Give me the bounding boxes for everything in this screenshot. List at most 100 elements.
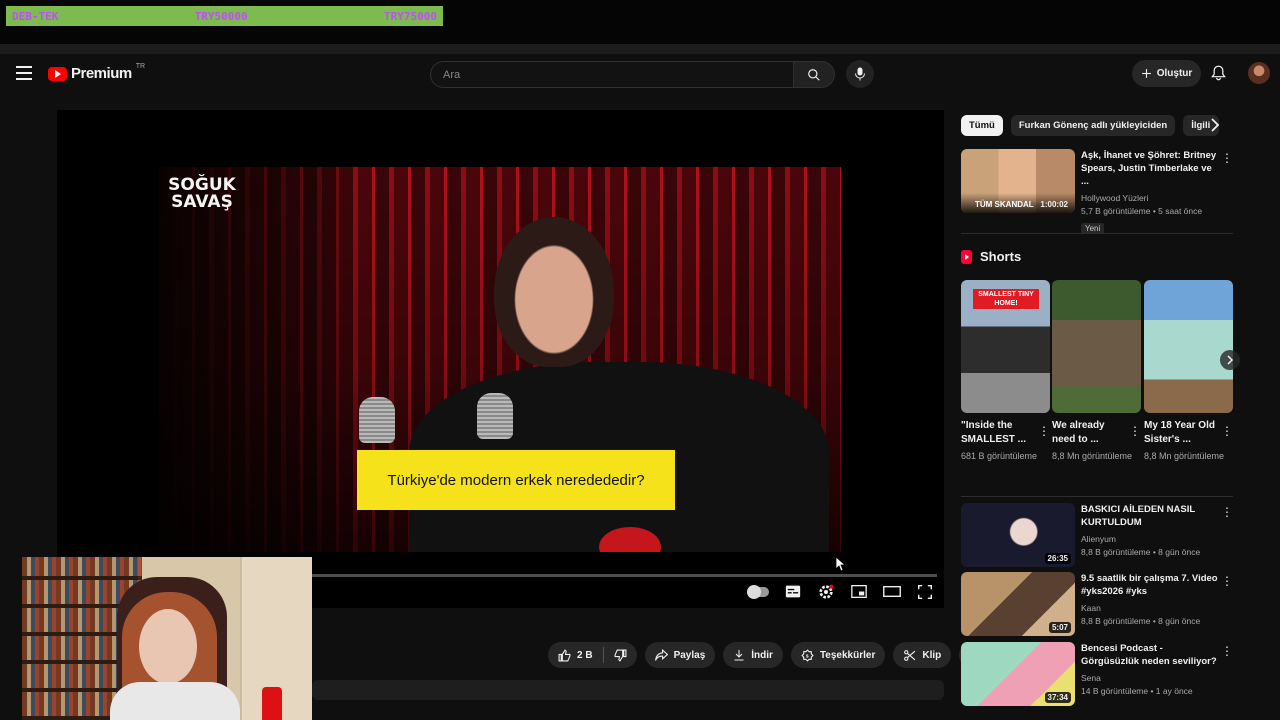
short-item[interactable]: My 18 Year Old Sister's ... 8,8 Mn görün… — [1144, 280, 1233, 463]
fullscreen-button[interactable] — [915, 582, 934, 601]
stream-overlay-bar: DEB-TEK TRY50000 TRY75000 — [0, 0, 1280, 44]
short-item[interactable]: We already need to ... 8,8 Mn görüntülem… — [1052, 280, 1141, 463]
mouse-cursor — [836, 557, 846, 572]
svg-text:$: $ — [806, 653, 809, 659]
short-thumbnail — [1144, 280, 1233, 413]
more-icon[interactable]: ⋮ — [1221, 505, 1233, 519]
search-input[interactable]: Ara — [430, 61, 794, 88]
microphone — [477, 393, 513, 439]
share-icon — [654, 649, 668, 661]
recommendation-item[interactable]: TÜM SKANDAL 1:00:02 Aşk, İhanet ve Şöhre… — [961, 149, 1233, 236]
more-icon[interactable]: ⋮ — [1221, 151, 1233, 165]
create-label: Oluştur — [1156, 68, 1193, 79]
short-views: 8,8 Mn görüntüleme — [1052, 451, 1133, 461]
bell-icon — [1211, 65, 1226, 81]
create-button[interactable]: Oluştur — [1132, 60, 1201, 87]
theater-button[interactable] — [882, 582, 901, 601]
youtube-premium-logo[interactable]: Premium TR — [48, 63, 145, 82]
streamer-shirt — [110, 682, 240, 720]
red-bottle — [262, 687, 282, 720]
download-button[interactable]: İndir — [723, 642, 783, 668]
more-icon[interactable]: ⋮ — [1038, 424, 1050, 438]
divider — [961, 233, 1233, 234]
thanks-label: Teşekkürler — [819, 649, 876, 661]
recommendation-item[interactable]: 5:07 9.5 saatlik bir çalışma 7. Video #y… — [961, 572, 1233, 636]
shorts-heading: Shorts — [980, 249, 1022, 264]
mic-icon — [855, 67, 865, 81]
voice-search-button[interactable] — [846, 60, 874, 88]
recommendation-item[interactable]: 26:35 BASKICI AİLEDEN NASIL KURTULDUM Al… — [961, 503, 1233, 567]
video-meta: 8,8 B görüntüleme • 8 gün önce — [1081, 547, 1201, 557]
shorts-header: Shorts — [961, 249, 1021, 264]
plus-icon — [1141, 69, 1151, 78]
video-title[interactable]: 9.5 saatlik bir çalışma 7. Video #yks202… — [1081, 572, 1221, 598]
video-player[interactable]: SOĞUK SAVAŞ Türkiye'de modern erkek nere… — [57, 110, 944, 608]
more-icon[interactable]: ⋮ — [1221, 644, 1233, 658]
recommendation-item[interactable]: 37:34 Bencesi Podcast - Görgüsüzlük nede… — [961, 642, 1233, 706]
video-meta: 14 B görüntüleme • 1 ay önce — [1081, 686, 1193, 696]
chip-uploader[interactable]: Furkan Gönenç adlı yükleyiciden — [1010, 115, 1176, 136]
streamer-webcam — [22, 557, 312, 720]
guest-head — [494, 217, 614, 367]
subtitles-icon — [785, 585, 800, 598]
like-icon — [558, 648, 571, 661]
menu-icon[interactable] — [16, 66, 32, 80]
notifications-button[interactable] — [1211, 65, 1226, 86]
thumbnail-text: SMALLEST TINY HOME! — [973, 289, 1039, 309]
settings-button[interactable] — [816, 582, 835, 601]
download-label: İndir — [751, 649, 773, 661]
short-title[interactable]: My 18 Year Old Sister's ... — [1144, 419, 1216, 447]
chip-all[interactable]: Tümü — [961, 115, 1003, 136]
short-thumbnail: SMALLEST TINY HOME! — [961, 280, 1050, 413]
channel-name[interactable]: Alienyum — [1081, 533, 1221, 546]
more-icon[interactable]: ⋮ — [1221, 574, 1233, 588]
chevron-right-icon[interactable] — [1210, 118, 1220, 132]
channel-name[interactable]: Hollywood Yüzleri — [1081, 192, 1221, 205]
thanks-icon: $ — [801, 648, 814, 662]
miniplayer-button[interactable] — [849, 582, 868, 601]
share-label: Paylaş — [673, 649, 706, 661]
avatar[interactable] — [1248, 62, 1270, 84]
clip-icon — [904, 649, 916, 661]
search-placeholder: Ara — [443, 68, 461, 81]
dislike-icon — [614, 649, 627, 662]
shorts-next-button[interactable] — [1220, 350, 1240, 370]
video-caption: Türkiye'de modern erkek neredede​dir? — [357, 450, 675, 510]
caption-text: Türkiye'de modern erkek neredede​dir? — [387, 471, 645, 489]
video-title[interactable]: Aşk, İhanet ve Şöhret: Britney Spears, J… — [1081, 149, 1221, 188]
short-item[interactable]: SMALLEST TINY HOME! "Inside the SMALLEST… — [961, 280, 1050, 463]
short-title[interactable]: We already need to ... — [1052, 419, 1124, 447]
share-button[interactable]: Paylaş — [644, 642, 716, 668]
divider — [961, 496, 1233, 497]
description-box[interactable] — [312, 680, 944, 700]
video-title[interactable]: Bencesi Podcast - Görgüsüzlük neden sevi… — [1081, 642, 1221, 668]
shorts-icon — [961, 249, 972, 264]
video-frame[interactable]: SOĞUK SAVAŞ Türkiye'de modern erkek nere… — [159, 167, 841, 552]
autoplay-toggle[interactable] — [747, 584, 769, 599]
channel-name[interactable]: Sena — [1081, 672, 1221, 685]
short-thumbnail — [1052, 280, 1141, 413]
subtitles-button[interactable] — [783, 582, 802, 601]
banner-left-text: DEB-TEK — [12, 9, 59, 23]
thanks-button[interactable]: $ Teşekkürler — [790, 642, 886, 668]
search-button[interactable] — [794, 61, 835, 88]
logo-text: Premium — [71, 65, 132, 82]
video-thumbnail: 5:07 — [961, 572, 1075, 636]
more-icon[interactable]: ⋮ — [1129, 424, 1141, 438]
settings-icon — [818, 584, 833, 599]
browser-strip — [0, 44, 1280, 54]
download-icon — [734, 650, 744, 661]
youtube-play-icon — [48, 66, 67, 81]
clip-button[interactable]: Klip — [893, 642, 952, 668]
more-icon[interactable]: ⋮ — [1221, 424, 1233, 438]
video-title[interactable]: BASKICI AİLEDEN NASIL KURTULDUM — [1081, 503, 1221, 529]
thumbnail-text: TÜM SKANDAL — [975, 200, 1034, 209]
masthead: Premium TR Ara Oluştur — [0, 54, 1280, 94]
short-title[interactable]: "Inside the SMALLEST ... — [961, 419, 1033, 447]
like-button[interactable]: 2 B — [548, 642, 603, 668]
channel-name[interactable]: Kaan — [1081, 602, 1221, 615]
video-thumbnail: TÜM SKANDAL 1:00:02 — [961, 149, 1075, 213]
video-duration: 37:34 — [1044, 692, 1071, 703]
player-controls — [747, 582, 934, 601]
dislike-button[interactable] — [604, 642, 637, 668]
